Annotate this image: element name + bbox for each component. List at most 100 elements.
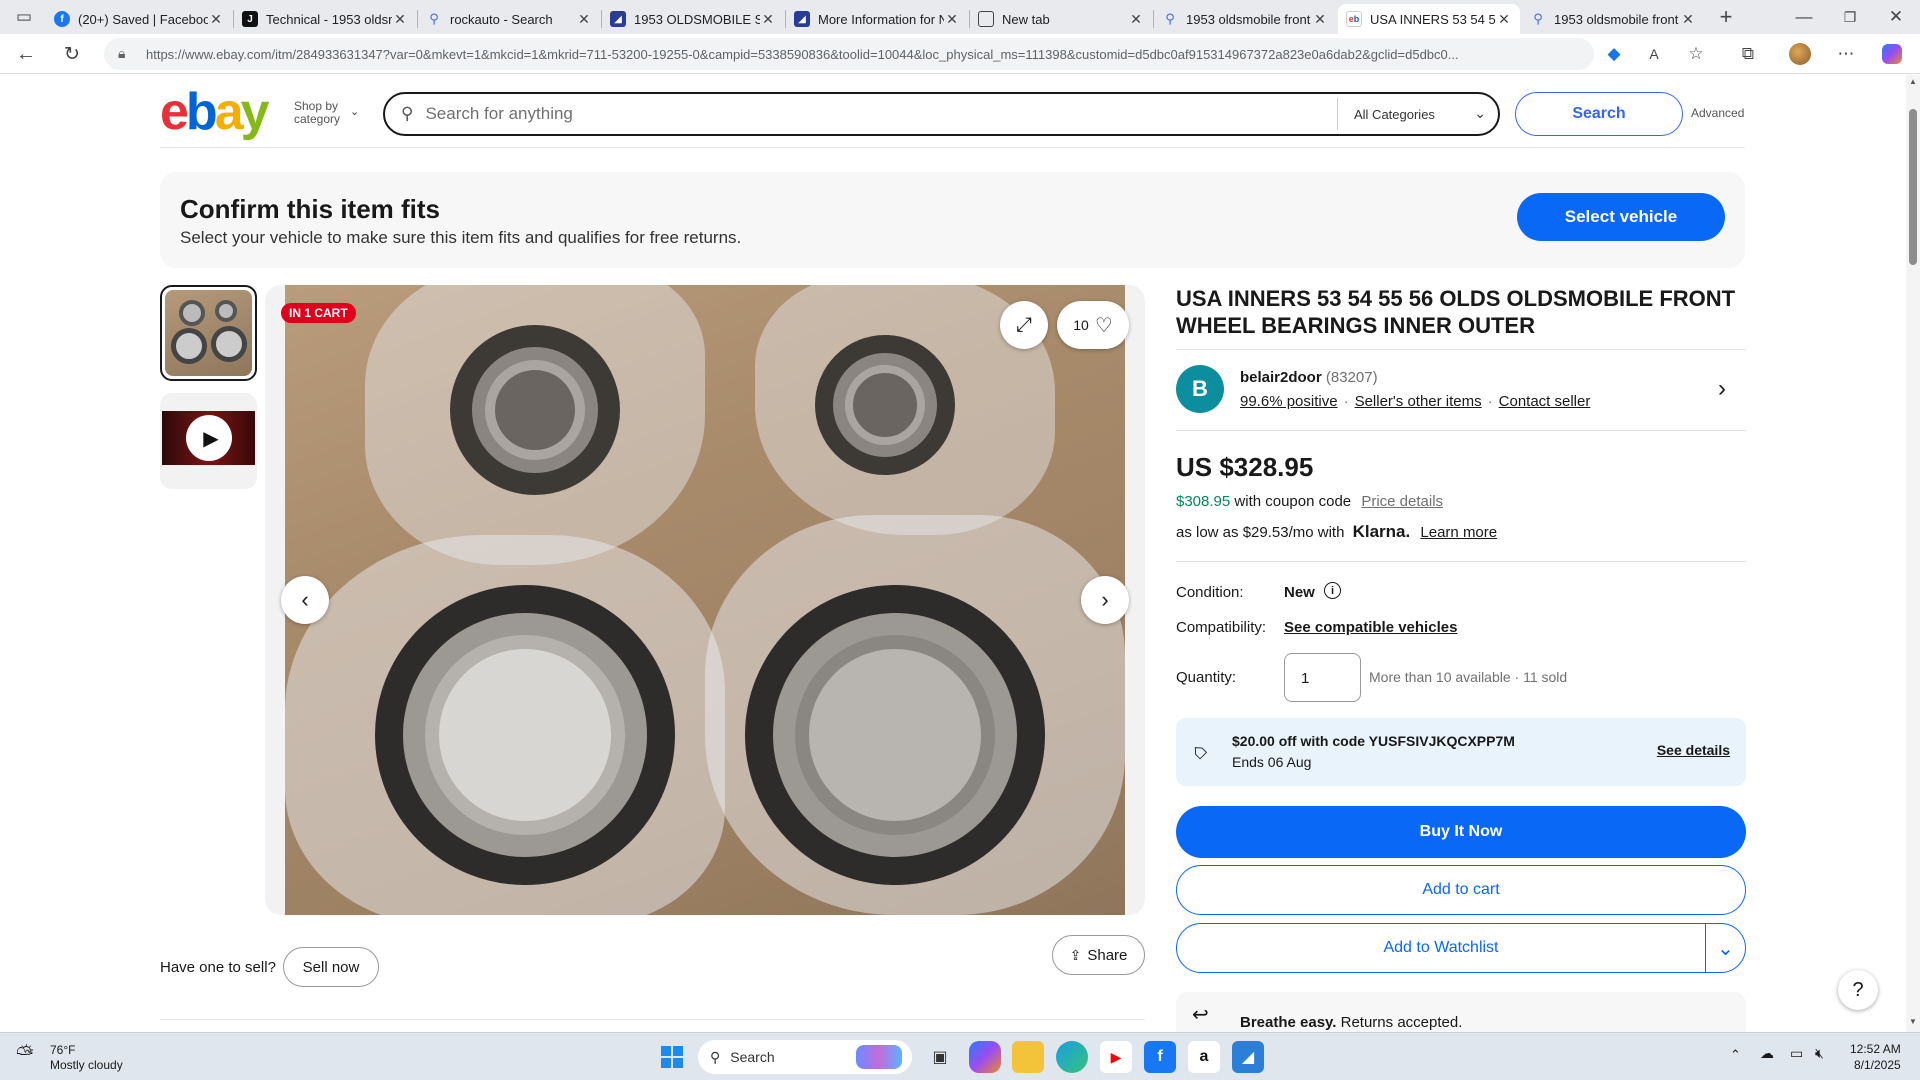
youtube-icon[interactable]: ▶	[1100, 1041, 1132, 1073]
edge-icon[interactable]	[1056, 1041, 1088, 1073]
klarna-row: as low as $29.53/mo with Klarna. Learn m…	[1176, 522, 1498, 541]
contact-seller-link[interactable]: Contact seller	[1499, 393, 1591, 410]
close-tab-icon[interactable]: ✕	[208, 11, 224, 28]
settings-more-icon[interactable]: ⋯	[1832, 40, 1860, 68]
help-button[interactable]: ?	[1838, 970, 1878, 1010]
seller-avatar[interactable]: B	[1176, 365, 1224, 413]
copilot-icon[interactable]	[969, 1041, 1001, 1073]
select-vehicle-button[interactable]: Select vehicle	[1517, 193, 1725, 241]
tab-technical[interactable]: J Technical - 1953 oldsm ✕	[234, 4, 416, 34]
refresh-icon[interactable]: ↻	[58, 40, 86, 68]
restore-icon[interactable]: ❐	[1836, 3, 1864, 31]
copilot-icon[interactable]	[1878, 40, 1906, 68]
tab-oldsmobile-front-2[interactable]: ⚲ 1953 oldsmobile front ✕	[1522, 4, 1704, 34]
site-info-icon[interactable]: 🔒︎	[118, 45, 125, 62]
new-tab-plus-icon[interactable]: +	[1712, 3, 1740, 31]
scrollbar-thumb[interactable]	[1909, 109, 1917, 265]
next-image-button[interactable]: ›	[1081, 576, 1129, 624]
shop-by-category-button[interactable]: Shop by category ⌄	[294, 100, 359, 126]
price-details-link[interactable]: Price details	[1361, 493, 1443, 510]
promo-title: $20.00 off with code YUSFSIVJKQCXPP7M	[1232, 733, 1515, 749]
tab-oldsmobile-front-1[interactable]: ⚲ 1953 oldsmobile front ✕	[1154, 4, 1336, 34]
condition-label: Condition:	[1176, 584, 1244, 601]
tab-new-tab[interactable]: New tab ✕	[970, 4, 1152, 34]
windows-taskbar: ⛅︎ 76°F Mostly cloudy ⚲ Search ▣ ▶ f a ◢…	[0, 1032, 1920, 1080]
buy-it-now-button[interactable]: Buy It Now	[1176, 806, 1746, 858]
tab-ebay-active[interactable]: eb USA INNERS 53 54 55 5 ✕	[1338, 4, 1520, 34]
search-input[interactable]: Search for anything	[425, 104, 1337, 124]
category-select[interactable]: All Categories ⌄	[1338, 105, 1498, 122]
taskbar-search-box[interactable]: ⚲ Search	[698, 1040, 912, 1074]
weather-widget[interactable]: 76°F Mostly cloudy	[50, 1043, 123, 1073]
search-icon: ⚲	[401, 104, 414, 123]
extensions-icon[interactable]: ⧉	[1734, 40, 1762, 68]
onedrive-icon[interactable]: ☁	[1760, 1045, 1774, 1062]
close-tab-icon[interactable]: ✕	[760, 11, 776, 28]
volume-icon[interactable]: 🔇︎	[1815, 1045, 1824, 1062]
ebay-logo[interactable]: ebay	[160, 86, 270, 138]
clock[interactable]: 12:52 AM 8/1/2025	[1850, 1041, 1901, 1073]
search-button[interactable]: Search	[1515, 92, 1683, 136]
learn-more-link[interactable]: Learn more	[1420, 524, 1497, 541]
seller-feedback-count: (83207)	[1325, 369, 1378, 386]
add-to-cart-button[interactable]: Add to cart	[1176, 865, 1746, 915]
watchlist-dropdown-button[interactable]: ⌄	[1705, 923, 1746, 973]
in-cart-badge: IN 1 CART	[281, 303, 356, 323]
task-view-icon[interactable]: ▣	[924, 1041, 956, 1073]
shopping-tag-icon[interactable]: ◆	[1600, 40, 1628, 68]
watch-count-button[interactable]: 10 ♡	[1057, 301, 1129, 349]
tray-chevron-up-icon[interactable]: ⌃	[1730, 1047, 1741, 1063]
amazon-icon[interactable]: a	[1188, 1041, 1220, 1073]
tab-1953-oldsmobile-sup[interactable]: ◢ 1953 OLDSMOBILE SUP ✕	[602, 4, 784, 34]
info-icon[interactable]: i	[1324, 582, 1341, 599]
search-icon: ⚲	[429, 11, 439, 26]
close-tab-icon[interactable]: ✕	[944, 11, 960, 28]
chevron-right-icon[interactable]: ›	[1718, 375, 1726, 403]
divider	[1176, 561, 1746, 562]
sell-prompt: Have one to sell?	[160, 959, 276, 976]
network-icon[interactable]: ▭	[1790, 1045, 1803, 1062]
facebook-icon[interactable]: f	[1144, 1041, 1176, 1073]
previous-image-button[interactable]: ‹	[281, 576, 329, 624]
minimize-icon[interactable]: —	[1790, 3, 1818, 31]
tab-more-information[interactable]: ◢ More Information for N ✕	[786, 4, 968, 34]
close-tab-icon[interactable]: ✕	[1128, 11, 1144, 28]
sell-now-button[interactable]: Sell now	[283, 947, 379, 987]
close-tab-icon[interactable]: ✕	[392, 11, 408, 28]
windows-start-icon[interactable]	[656, 1041, 688, 1073]
close-tab-icon[interactable]: ✕	[1680, 11, 1696, 28]
favorite-star-icon[interactable]: ☆	[1682, 40, 1710, 68]
close-tab-icon[interactable]: ✕	[1496, 11, 1512, 28]
seller-other-items-link[interactable]: Seller's other items	[1355, 393, 1482, 410]
app-icon[interactable]: ◢	[1232, 1041, 1264, 1073]
seller-positive-link[interactable]: 99.6% positive	[1240, 393, 1338, 410]
quantity-input[interactable]: 1	[1284, 653, 1361, 702]
add-to-watchlist-button[interactable]: Add to Watchlist	[1176, 923, 1706, 973]
ebay-icon: eb	[1346, 11, 1362, 27]
seller-name[interactable]: belair2door	[1240, 369, 1322, 386]
see-compatible-vehicles-link[interactable]: See compatible vehicles	[1284, 619, 1457, 636]
promo-ends: Ends 06 Aug	[1232, 754, 1312, 770]
promo-see-details-link[interactable]: See details	[1657, 742, 1730, 758]
url-field[interactable]: 🔒︎ https://www.ebay.com/itm/284933631347…	[104, 38, 1594, 70]
page-scrollbar[interactable]: ▲ ▼	[1906, 75, 1920, 1032]
expand-icon[interactable]: ⤢	[1000, 301, 1048, 349]
tab-rockauto-search[interactable]: ⚲ rockauto - Search ✕	[418, 4, 600, 34]
close-tab-icon[interactable]: ✕	[1312, 11, 1328, 28]
main-image-viewer[interactable]: IN 1 CART ⤢ 10 ♡ ‹ ›	[265, 285, 1145, 915]
close-window-icon[interactable]: ✕	[1882, 3, 1910, 31]
tab-facebook[interactable]: f (20+) Saved | Facebook ✕	[46, 4, 232, 34]
thumbnail-video[interactable]: ▶	[160, 393, 257, 489]
file-explorer-icon[interactable]	[1012, 1041, 1044, 1073]
tag-icon: ⌂	[1184, 737, 1212, 765]
share-button[interactable]: ⇪ Share	[1052, 935, 1145, 975]
tab-actions-icon[interactable]: ▭	[10, 3, 38, 31]
back-icon[interactable]: ←	[12, 40, 40, 68]
profile-avatar[interactable]	[1786, 40, 1814, 68]
returns-text: Breathe easy. Returns accepted.	[1240, 1014, 1463, 1031]
weather-icon[interactable]: ⛅︎	[16, 1041, 34, 1067]
thumbnail-photo-1[interactable]	[160, 285, 257, 381]
close-tab-icon[interactable]: ✕	[576, 11, 592, 28]
read-aloud-icon[interactable]: A	[1640, 40, 1668, 68]
advanced-search-link[interactable]: Advanced	[1691, 106, 1744, 120]
